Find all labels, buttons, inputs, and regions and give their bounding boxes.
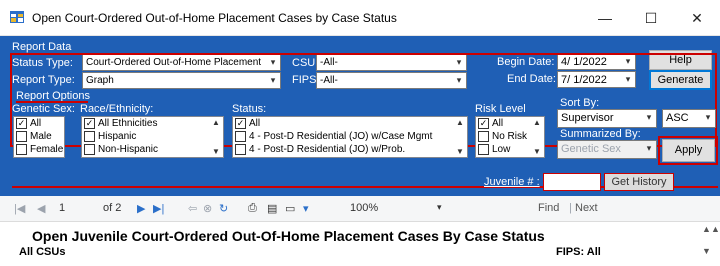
get-history-button[interactable]: Get History [604,173,674,191]
chevron-up-icon[interactable]: ▲ [711,224,720,234]
list-item-label: Hispanic [98,131,137,142]
chevron-up-icon[interactable]: ▲ [212,118,220,127]
list-item[interactable]: Female [14,143,64,156]
sort-by-select[interactable]: Supervisor ▾ [557,109,657,128]
last-page-icon[interactable]: ▶| [153,202,164,215]
checkbox-checked-icon[interactable]: ✓ [84,118,95,129]
checkbox-icon[interactable] [84,131,95,142]
list-item-label: All [30,118,42,129]
refresh-icon[interactable]: ↻ [219,202,228,215]
chevron-down-icon[interactable]: ▼ [212,147,220,156]
summarized-by-select[interactable]: Genetic Sex ▾ [557,140,657,159]
report-fips-header: FIPS: All [556,246,601,258]
report-scrollbar[interactable]: ▲ ▲ ▼ [700,222,720,266]
chevron-down-icon: ▾ [646,112,652,122]
report-data-label: Report Data [12,41,72,53]
chevron-up-icon[interactable]: ▲ [533,118,541,127]
list-item[interactable]: ✓ All Ethnicities [82,117,223,130]
chevron-down-icon[interactable]: ▼ [456,147,464,156]
risk-level-list[interactable]: ✓ All No Risk Low ▲ ▼ [475,116,545,158]
checkbox-checked-icon[interactable]: ✓ [16,118,27,129]
page-setup-icon[interactable]: ▭ [285,202,295,215]
race-ethnicity-label: Race/Ethnicity: [80,103,154,115]
chevron-down-icon: ▾ [646,143,652,153]
list-item[interactable]: Hispanic [82,130,223,143]
list-item-label: No Risk [492,131,528,142]
checkbox-icon[interactable] [235,144,246,155]
page-count-text: of 2 [103,202,122,214]
report-title: Open Juvenile Court-Ordered Out-Of-Home … [32,228,545,244]
list-item[interactable]: Male [14,130,64,143]
next-link[interactable]: Next [575,202,598,214]
list-item-label: All [492,118,504,129]
minimize-button[interactable]: — [582,0,628,36]
checkbox-checked-icon[interactable]: ✓ [235,118,246,129]
summarized-by-value: Genetic Sex [561,143,621,155]
back-icon[interactable]: ⇦ [188,202,197,215]
zoom-select[interactable]: 100% [350,202,378,214]
export-icon[interactable]: ▾ [303,202,309,215]
status-list[interactable]: ✓ All 4 - Post-D Residential (JO) w/Case … [232,116,468,158]
checkbox-icon[interactable] [84,144,95,155]
genetic-sex-list[interactable]: ✓ All Male Female [13,116,65,158]
checkbox-icon[interactable] [235,131,246,142]
list-item[interactable]: ✓ All [233,117,467,130]
chevron-up-icon[interactable]: ▲ [702,224,711,234]
status-label: Status: [232,103,267,115]
list-item-label: Low [492,144,511,155]
sort-by-value: Supervisor [561,112,614,124]
report-viewer: |◀ ◀ 1 of 2 ▶ ▶| ⇦ ⊗ ↻ ⎙ ▤ ▭ ▾ 100% ▾ Fi… [0,196,720,266]
list-item-label: All Ethnicities [98,118,158,129]
apply-button[interactable]: Apply [662,139,715,162]
app-icon [10,11,24,23]
chevron-down-icon[interactable]: ▼ [702,246,711,256]
sort-by-label: Sort By: [560,97,600,109]
risk-level-label: Risk Level [475,103,526,115]
list-item[interactable]: Non-Hispanic [82,143,223,156]
current-page-input[interactable]: 1 [59,202,65,214]
find-link[interactable]: Find [538,202,559,214]
next-page-icon[interactable]: ▶ [137,202,145,215]
list-item-label: Male [30,131,52,142]
print-icon[interactable]: ⎙ [248,202,257,215]
chevron-up-icon[interactable]: ▲ [456,118,464,127]
report-csu-header: All CSUs [19,246,66,258]
list-item-label: All [249,118,261,129]
juvenile-number-label: Juvenile # : [484,176,540,188]
chevron-down-icon: ▾ [705,112,711,122]
list-item-label: 4 - Post-D Residential (JO) w/Case Mgmt [249,131,433,142]
list-item-label: Non-Hispanic [98,144,159,155]
checkbox-icon[interactable] [16,144,27,155]
list-item-label: Female [30,144,64,155]
genetic-sex-label: Genetic Sex: [12,103,75,115]
print-layout-icon[interactable]: ▤ [267,202,277,215]
toolbar-divider: | [569,202,572,214]
list-scrollbar[interactable]: ▲ ▼ [209,117,223,157]
checkbox-icon[interactable] [478,131,489,142]
list-item[interactable]: 4 - Post-D Residential (JO) w/Prob. [233,143,467,156]
previous-page-icon[interactable]: ◀ [37,202,45,215]
race-ethnicity-list[interactable]: ✓ All Ethnicities Hispanic Non-Hispanic ▲… [81,116,224,158]
list-scrollbar[interactable]: ▲ ▼ [453,117,467,157]
juvenile-number-input[interactable] [543,173,601,191]
list-item[interactable]: 4 - Post-D Residential (JO) w/Case Mgmt [233,130,467,143]
checkbox-icon[interactable] [16,131,27,142]
list-item-label: 4 - Post-D Residential (JO) w/Prob. [249,144,406,155]
window-title: Open Court-Ordered Out-of-Home Placement… [32,11,397,25]
report-toolbar: |◀ ◀ 1 of 2 ▶ ▶| ⇦ ⊗ ↻ ⎙ ▤ ▭ ▾ 100% ▾ Fi… [0,196,720,222]
maximize-button[interactable]: ☐ [628,0,674,36]
list-item[interactable]: ✓ All [14,117,64,130]
close-button[interactable]: ✕ [674,0,720,36]
stop-icon[interactable]: ⊗ [203,202,212,215]
first-page-icon[interactable]: |◀ [14,202,25,215]
sort-direction-value: ASC [666,112,689,124]
title-bar: Open Court-Ordered Out-of-Home Placement… [0,0,720,36]
sort-direction-select[interactable]: ASC ▾ [662,109,716,128]
checkbox-checked-icon[interactable]: ✓ [478,118,489,129]
checkbox-icon[interactable] [478,144,489,155]
chevron-down-icon[interactable]: ▾ [437,202,442,213]
list-scrollbar[interactable]: ▲ ▼ [530,117,544,157]
chevron-down-icon[interactable]: ▼ [533,147,541,156]
summarized-by-label: Summarized By: [560,128,641,140]
